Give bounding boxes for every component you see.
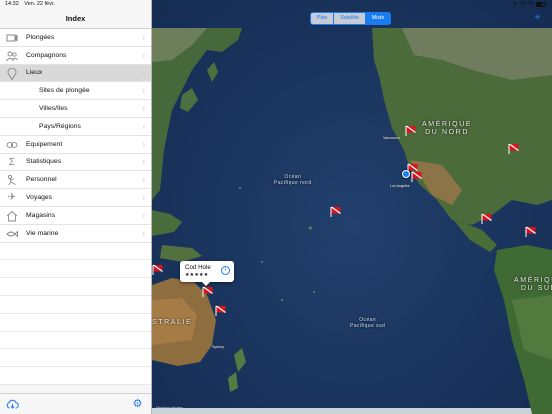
sidebar-item-sites-de-plongee[interactable]: Sites de plongée › xyxy=(0,82,151,101)
sidebar-item-label: Vie marine xyxy=(26,229,59,237)
status-battery-text: 60 % xyxy=(520,1,533,7)
sigma-icon: Σ xyxy=(8,156,16,168)
dive-flag-marker[interactable] xyxy=(330,206,342,218)
map-type-segmented-control: Plan Satellite Mixte xyxy=(310,12,392,25)
chevron-right-icon: › xyxy=(142,157,145,167)
status-time: 14:32 xyxy=(5,1,19,7)
segment-mixte[interactable]: Mixte xyxy=(365,13,391,24)
chevron-right-icon: › xyxy=(142,50,145,60)
label-australia: STRALIE xyxy=(152,319,193,326)
sidebar-item-label: Villes/Iles xyxy=(39,105,68,113)
house-icon xyxy=(6,210,18,222)
sidebar-item-magasins[interactable]: Magasins › xyxy=(0,206,151,225)
dive-flag-marker[interactable] xyxy=(405,125,417,137)
sidebar-item-label: Equipement xyxy=(26,140,63,148)
sidebar-item-statistiques[interactable]: Σ Statistiques › xyxy=(0,153,151,172)
chevron-right-icon: › xyxy=(142,193,145,203)
sidebar-item-plongees[interactable]: Plongées › xyxy=(0,29,151,47)
callout-rating: ★★★★★ xyxy=(185,272,209,278)
sidebar-item-label: Lieux xyxy=(26,69,43,77)
label-ocean-north: Océan Pacifique nord xyxy=(274,174,312,186)
diver-icon xyxy=(6,174,18,186)
sidebar-item-label: Sites de plongée xyxy=(39,87,90,95)
status-date: Ven. 22 févr. xyxy=(24,1,55,7)
map-pin-icon xyxy=(6,67,18,80)
sidebar-item-villes-iles[interactable]: Villes/Iles › xyxy=(0,100,151,118)
status-right: ➤ 60 % xyxy=(513,1,546,7)
locate-me-icon[interactable]: ⌖ xyxy=(532,12,543,23)
label-south-america: AMÉRIQUEDU SUD xyxy=(514,277,552,292)
sidebar-item-equipement[interactable]: Equipement › xyxy=(0,135,151,154)
sidebar-item-label: Statistiques xyxy=(26,158,62,166)
city-los-angeles: Los Angeles xyxy=(390,184,410,188)
battery-icon xyxy=(536,1,546,7)
city-sydney: Sydney xyxy=(212,345,224,349)
chevron-right-icon: › xyxy=(142,228,145,238)
sidebar-item-label: Voyages xyxy=(26,194,53,202)
chevron-right-icon: › xyxy=(142,32,145,42)
sidebar-item-label: Plongées xyxy=(26,33,55,41)
fish-icon xyxy=(6,228,18,240)
legal-link[interactable]: Mentions légales xyxy=(156,406,183,410)
sidebar-footer: ⚙ xyxy=(0,393,151,414)
map-landmass xyxy=(152,28,552,414)
chevron-right-icon: › xyxy=(142,210,145,220)
dive-flag-marker[interactable] xyxy=(525,226,537,238)
gear-icon[interactable]: ⚙ xyxy=(131,398,144,411)
location-arrow-icon: ➤ xyxy=(512,1,518,7)
empty-list-area xyxy=(0,242,151,385)
sidebar-item-label: Pays/Régions xyxy=(39,122,81,130)
chevron-right-icon: › xyxy=(142,104,145,114)
sidebar-item-vie-marine[interactable]: Vie marine › xyxy=(0,224,151,243)
camera-flag-icon xyxy=(6,32,18,44)
user-location-dot xyxy=(402,170,410,178)
chevron-right-icon: › xyxy=(142,175,145,185)
people-icon xyxy=(6,50,18,62)
sidebar-item-lieux[interactable]: Lieux › xyxy=(0,64,151,83)
sidebar-item-voyages[interactable]: ✈ Voyages › xyxy=(0,189,151,207)
diving-mask-icon xyxy=(6,139,18,151)
dive-flag-marker[interactable] xyxy=(508,143,520,155)
dive-flag-marker[interactable] xyxy=(481,213,493,225)
cloud-sync-icon[interactable] xyxy=(6,398,19,411)
dive-flag-marker[interactable] xyxy=(215,305,227,317)
dive-flag-marker[interactable] xyxy=(411,171,423,183)
world-map[interactable]: AMÉRIQUEDU NORD AMÉRIQUEDU SUD STRALIE O… xyxy=(152,0,552,414)
callout-title: Cod Hole xyxy=(185,264,211,271)
sidebar-item-label: Compagnons xyxy=(26,51,67,59)
label-north-america: AMÉRIQUE DU NORD xyxy=(422,121,473,136)
map-callout[interactable]: Cod Hole ★★★★★ i xyxy=(180,261,234,286)
sidebar: Index Plongées › Compagnons › Lieux › Si… xyxy=(0,0,152,414)
info-icon[interactable]: i xyxy=(221,266,230,275)
status-left: 14:32 Ven. 22 févr. xyxy=(5,1,59,7)
segment-plan[interactable]: Plan xyxy=(311,13,335,24)
sidebar-item-personnel[interactable]: Personnel › xyxy=(0,171,151,190)
label-ocean-south: Océan Pacifique sud xyxy=(350,317,386,329)
dive-flag-marker[interactable] xyxy=(152,264,164,276)
chevron-right-icon: › xyxy=(142,139,145,149)
dive-flag-marker[interactable] xyxy=(202,286,214,298)
sidebar-item-label: Personnel xyxy=(26,176,57,184)
chevron-right-icon: › xyxy=(142,68,145,78)
status-bar: 14:32 Ven. 22 févr. ➤ 60 % xyxy=(0,0,552,9)
airplane-icon: ✈ xyxy=(7,192,17,204)
chevron-right-icon: › xyxy=(142,121,145,131)
sidebar-item-label: Magasins xyxy=(26,211,56,219)
segment-satellite[interactable]: Satellite xyxy=(334,13,366,24)
sidebar-item-pays-regions[interactable]: Pays/Régions › xyxy=(0,117,151,136)
sidebar-menu: Plongées › Compagnons › Lieux › Sites de… xyxy=(0,29,151,243)
sidebar-item-compagnons[interactable]: Compagnons › xyxy=(0,46,151,65)
chevron-right-icon: › xyxy=(142,86,145,96)
city-vancouver: Vancouver xyxy=(383,136,400,140)
